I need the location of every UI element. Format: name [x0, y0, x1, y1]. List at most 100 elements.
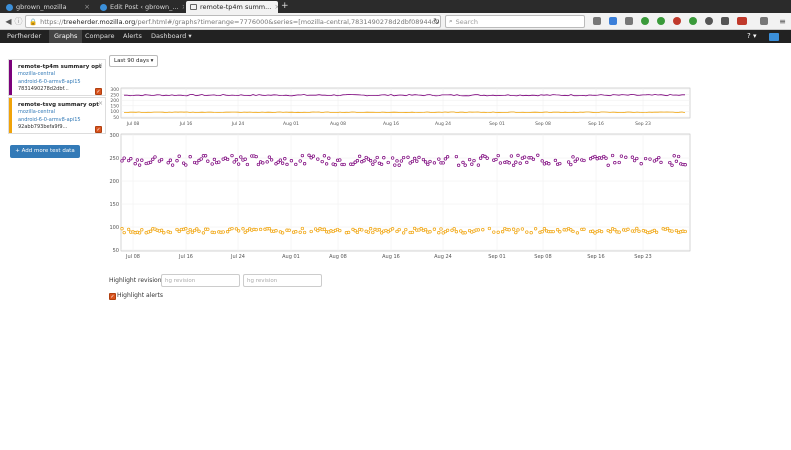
x-tick-label: Aug 08: [330, 121, 346, 127]
data-point: [186, 230, 190, 235]
y-tick-label: 150: [109, 202, 119, 208]
close-icon[interactable]: ×: [98, 62, 103, 69]
new-tab-icon[interactable]: +: [281, 1, 289, 11]
data-point: [140, 158, 144, 162]
search-bar[interactable]: ⌕ Search: [445, 15, 585, 28]
data-point: [503, 226, 507, 231]
data-point: [203, 227, 208, 231]
data-point: [203, 154, 208, 158]
y-tick-label: 50: [113, 248, 119, 254]
data-point: [437, 157, 441, 161]
data-point: [610, 153, 615, 158]
url-bar[interactable]: 🔒 https://treeherder.mozilla.org/perf.ht…: [25, 15, 441, 28]
data-point: [157, 159, 162, 163]
highlight-alerts-checkbox[interactable]: ✓: [109, 293, 116, 300]
extension-icon[interactable]: [760, 17, 768, 25]
data-point: [146, 161, 151, 165]
data-point: [555, 162, 560, 166]
data-point: [357, 227, 362, 232]
data-point: [357, 154, 362, 158]
data-point: [168, 230, 173, 235]
download-icon[interactable]: [609, 17, 617, 25]
extension-icon[interactable]: [657, 17, 665, 25]
series-platform-link[interactable]: android-6-0-armv8-api15: [18, 79, 81, 85]
close-icon[interactable]: ×: [182, 3, 184, 11]
data-point: [331, 162, 335, 166]
data-point: [287, 228, 291, 232]
revision-input-1[interactable]: hg revision: [161, 274, 240, 287]
help-icon[interactable]: ? ▾: [747, 32, 756, 40]
overview-series-line: [123, 111, 686, 114]
data-point: [294, 162, 298, 167]
data-point: [432, 227, 437, 231]
data-point: [252, 154, 256, 158]
series-branch-link[interactable]: mozilla-central: [18, 109, 55, 115]
nav-graphs[interactable]: Graphs: [49, 30, 83, 43]
home-icon[interactable]: [625, 17, 633, 25]
data-point: [190, 230, 195, 234]
x-tick-label: Aug 01: [282, 254, 300, 260]
data-point: [302, 230, 307, 235]
series-hash: 92abb793befa9f9...: [18, 124, 68, 130]
series-platform-link[interactable]: android-6-0-armv8-api15: [18, 117, 81, 123]
block-icon[interactable]: [737, 17, 747, 25]
revision-input-2[interactable]: hg revision: [243, 274, 322, 287]
data-point: [195, 161, 199, 165]
data-point: [225, 157, 230, 162]
data-point: [327, 156, 331, 160]
data-point: [569, 228, 573, 232]
data-point: [599, 229, 604, 234]
nav-perfherder[interactable]: Perfherder: [2, 30, 46, 43]
browser-tab-active[interactable]: remote-tp4m summ... ×: [186, 1, 278, 13]
series-visibility-checkbox[interactable]: ✓: [95, 88, 102, 95]
close-icon[interactable]: ×: [274, 3, 278, 11]
data-point: [478, 156, 483, 160]
extension-icon[interactable]: [721, 17, 729, 25]
close-icon[interactable]: ×: [98, 100, 103, 107]
add-test-data-button[interactable]: + Add more test data: [10, 145, 80, 158]
extension-icon[interactable]: [641, 17, 649, 25]
data-point: [525, 160, 529, 165]
data-point: [441, 231, 445, 235]
data-point: [597, 156, 602, 160]
series-branch-link[interactable]: mozilla-central: [18, 71, 55, 77]
data-point: [635, 226, 639, 231]
data-point: [269, 158, 274, 162]
data-point: [544, 161, 549, 165]
data-point: [540, 230, 544, 234]
nav-alerts[interactable]: Alerts: [118, 30, 147, 43]
x-tick-label: Sep 16: [587, 254, 604, 260]
extension-icon[interactable]: [673, 17, 681, 25]
nav-compare[interactable]: Compare: [80, 30, 120, 43]
info-icon[interactable]: ⓘ: [13, 16, 24, 27]
data-point: [481, 154, 485, 158]
user-icon[interactable]: [769, 33, 779, 41]
data-point: [569, 162, 573, 167]
data-point: [274, 229, 278, 233]
data-point: [463, 231, 467, 235]
data-point: [529, 156, 533, 160]
data-point: [542, 162, 547, 166]
browser-tab[interactable]: Edit Post ‹ gbrown_... ×: [96, 1, 184, 13]
data-point: [412, 156, 417, 161]
extension-icon[interactable]: [705, 17, 713, 25]
data-point: [547, 229, 551, 234]
menu-icon[interactable]: ≡: [777, 16, 788, 27]
series-visibility-checkbox[interactable]: ✓: [95, 126, 102, 133]
reload-icon[interactable]: ↻: [431, 16, 442, 27]
close-icon[interactable]: ×: [84, 3, 90, 11]
data-point: [155, 228, 159, 232]
data-point: [500, 230, 505, 234]
data-point: [375, 155, 379, 160]
data-point: [619, 154, 624, 158]
data-point: [474, 228, 478, 232]
plot-frame: [120, 87, 691, 119]
graph-area[interactable]: Jul 08 Jul 16 Jul 24 Aug 01 Aug 08 Aug 16 Aug …: [0, 0, 791, 450]
nav-dashboard[interactable]: Dashboard ▾: [146, 30, 197, 43]
timerange-select[interactable]: Last 90 days ▾: [109, 55, 158, 67]
data-point: [360, 228, 364, 232]
browser-tab[interactable]: gbrown_mozilla ×: [2, 1, 94, 13]
extension-icon[interactable]: [689, 17, 697, 25]
star-icon[interactable]: [593, 17, 601, 25]
data-point: [129, 157, 133, 161]
